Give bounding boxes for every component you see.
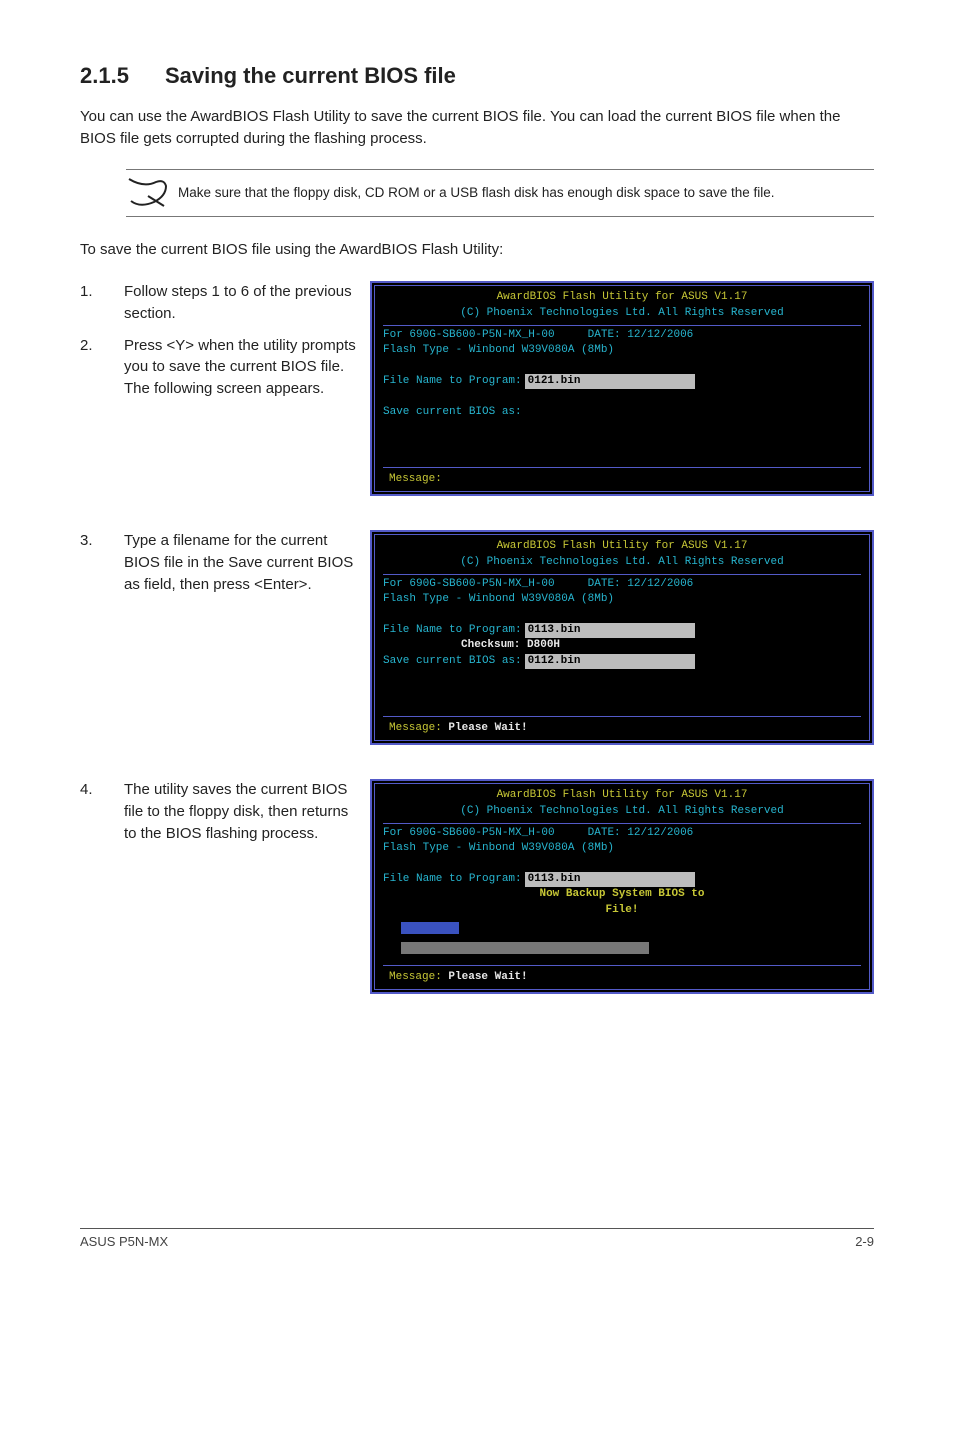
intro-paragraph: You can use the AwardBIOS Flash Utility … bbox=[80, 106, 874, 150]
note-text: Make sure that the floppy disk, CD ROM o… bbox=[178, 184, 870, 202]
note-callout: Make sure that the floppy disk, CD ROM o… bbox=[126, 169, 874, 217]
note-icon bbox=[126, 176, 178, 210]
bios-screenshot-2: AwardBIOS Flash Utility for ASUS V1.17 (… bbox=[370, 530, 874, 745]
section-number: 2.1.5 bbox=[80, 60, 129, 92]
step-1: 1.Follow steps 1 to 6 of the previous se… bbox=[80, 281, 358, 325]
bios-screenshot-3: AwardBIOS Flash Utility for ASUS V1.17 (… bbox=[370, 779, 874, 994]
footer-left: ASUS P5N-MX bbox=[80, 1233, 168, 1252]
bios-screenshot-1: AwardBIOS Flash Utility for ASUS V1.17 (… bbox=[370, 281, 874, 496]
footer-right: 2-9 bbox=[855, 1233, 874, 1252]
lead-paragraph: To save the current BIOS file using the … bbox=[80, 239, 874, 261]
step-3: 3.Type a filename for the current BIOS f… bbox=[80, 530, 358, 595]
page-footer: ASUS P5N-MX 2-9 bbox=[80, 1228, 874, 1252]
step-2: 2.Press <Y> when the utility prompts you… bbox=[80, 335, 358, 400]
section-title-text: Saving the current BIOS file bbox=[165, 63, 456, 88]
step-4: 4.The utility saves the current BIOS fil… bbox=[80, 779, 358, 844]
section-heading: 2.1.5 Saving the current BIOS file bbox=[80, 60, 874, 92]
